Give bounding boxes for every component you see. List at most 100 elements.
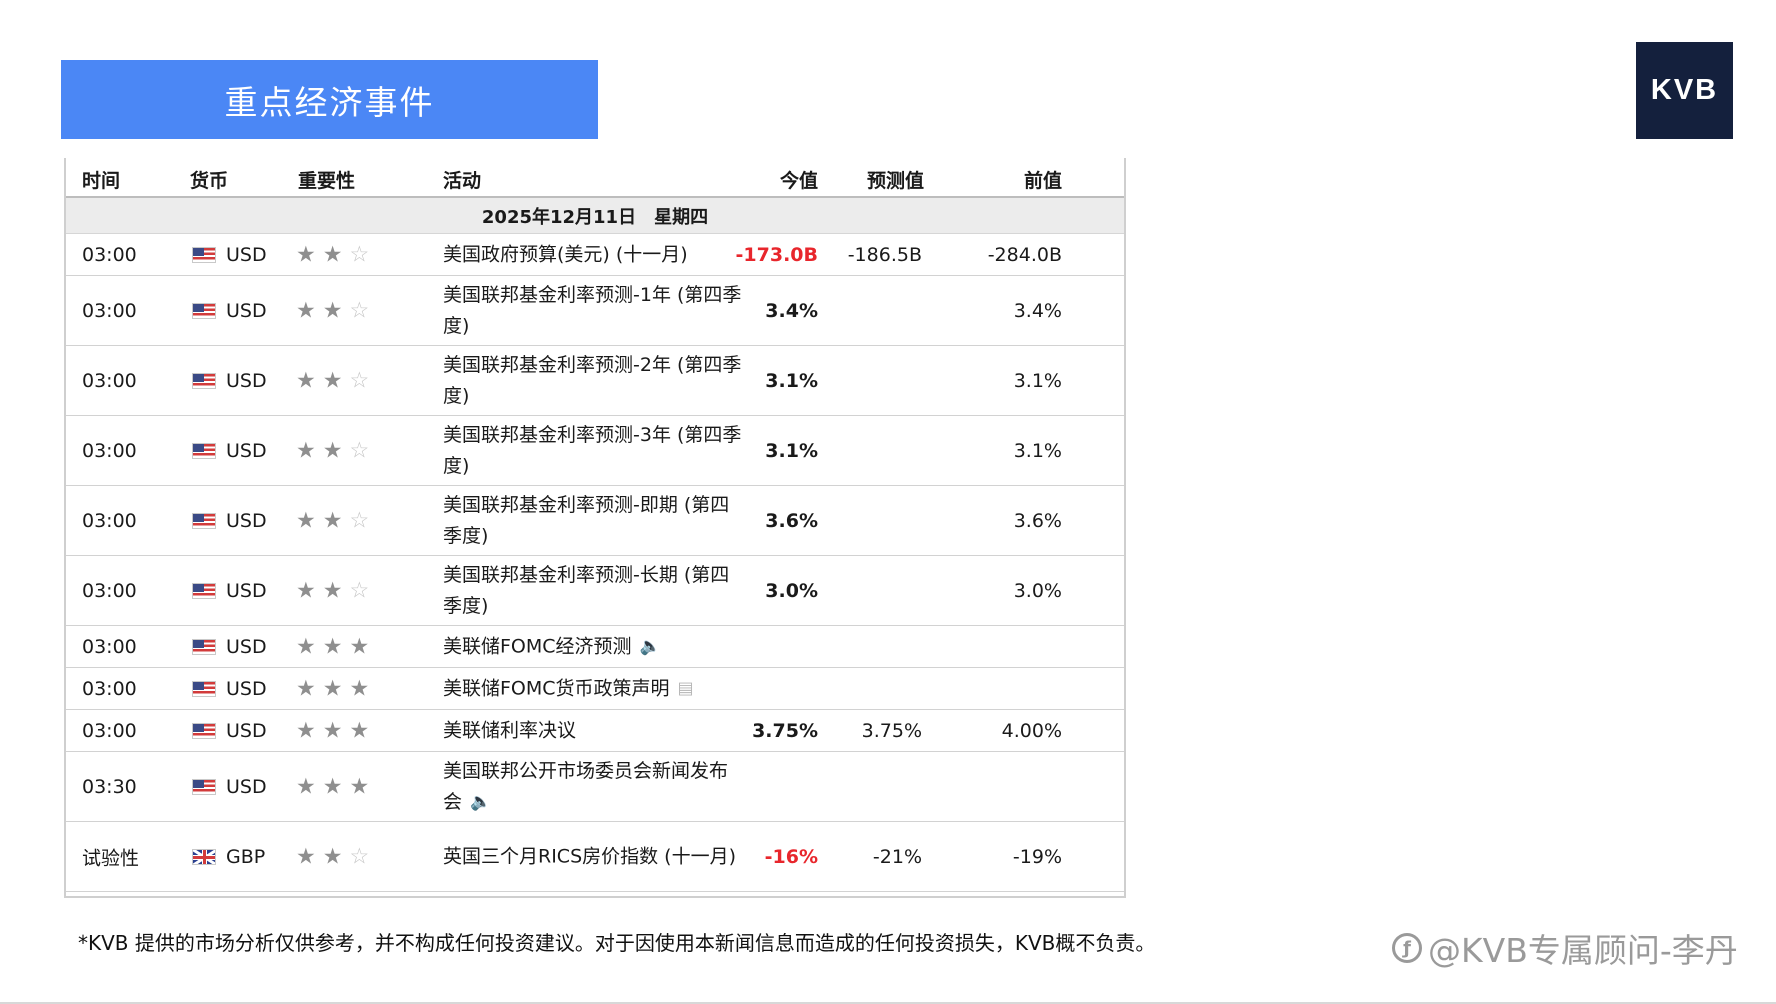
star-empty-icon: ☆	[349, 578, 370, 603]
event-time: 03:00	[82, 369, 137, 392]
document-icon[interactable]: ▤	[678, 673, 694, 704]
event-time: 03:00	[82, 635, 137, 658]
importance-stars: ★ ★ ☆	[296, 844, 369, 869]
event-time: 03:00	[82, 243, 137, 266]
speaker-icon[interactable]: 🔈	[470, 787, 491, 818]
previous-value: 3.4%	[1013, 299, 1062, 322]
event-cell[interactable]: 美国联邦基金利率预测-即期 (第四季度)	[443, 490, 743, 552]
currency-code: GBP	[226, 845, 266, 868]
event-cell[interactable]: 美联储FOMC经济预测 🔈	[443, 631, 743, 662]
event-name: 美国联邦基金利率预测-2年 (第四季度)	[443, 353, 742, 407]
table-row[interactable]: 03:00 USD ★ ★ ★ 美联储FOMC货币政策声明 ▤	[66, 668, 1124, 710]
importance-stars: ★ ★ ☆	[296, 438, 369, 463]
star-filled-icon: ★	[349, 774, 370, 799]
actual-value: 3.1%	[765, 369, 818, 392]
star-filled-icon: ★	[296, 718, 316, 743]
importance-stars: ★ ★ ★	[296, 774, 369, 799]
previous-value: -19%	[1012, 845, 1062, 868]
importance-stars: ★ ★ ☆	[296, 578, 369, 603]
star-filled-icon: ★	[322, 508, 343, 533]
previous-value: -284.0B	[987, 243, 1062, 266]
importance-stars: ★ ★ ☆	[296, 508, 369, 533]
us-flag-icon	[192, 302, 216, 319]
table-row[interactable]: 03:00 USD ★ ★ ★ 美联储FOMC经济预测 🔈	[66, 626, 1124, 668]
event-cell[interactable]: 美联储FOMC货币政策声明 ▤	[443, 673, 743, 704]
currency-code: USD	[226, 509, 267, 532]
event-cell[interactable]: 美国联邦基金利率预测-2年 (第四季度)	[443, 350, 743, 412]
star-filled-icon: ★	[296, 844, 316, 869]
us-flag-icon	[192, 778, 216, 795]
event-cell[interactable]: 美国联邦基金利率预测-3年 (第四季度)	[443, 420, 743, 482]
event-cell[interactable]: 美国政府预算(美元) (十一月)	[443, 239, 743, 270]
star-filled-icon: ★	[296, 438, 316, 463]
currency-code: USD	[226, 243, 267, 266]
previous-value: 3.6%	[1013, 509, 1062, 532]
us-flag-icon	[192, 582, 216, 599]
table-row[interactable]: 03:00 USD ★ ★ ☆ 美国政府预算(美元) (十一月) -173.0B -186.5…	[66, 234, 1124, 276]
event-time: 03:00	[82, 677, 137, 700]
us-flag-icon	[192, 246, 216, 263]
star-filled-icon: ★	[296, 578, 316, 603]
event-name: 美国联邦基金利率预测-1年 (第四季度)	[443, 283, 742, 337]
event-time: 03:00	[82, 719, 137, 742]
currency-code: USD	[226, 775, 267, 798]
importance-stars: ★ ★ ☆	[296, 368, 369, 393]
currency-code: USD	[226, 677, 267, 700]
date-row: 2025年12月11日 星期四	[66, 198, 1124, 234]
table-row[interactable]: 试验性 GBP ★ ★ ☆ 英国三个月RICS房价指数 (十一月) -16% -21% -19%	[66, 822, 1124, 892]
weibo-icon: ƒ	[1392, 933, 1422, 963]
actual-value: 3.0%	[765, 579, 818, 602]
table-row[interactable]: 03:00 USD ★ ★ ☆ 美国联邦基金利率预测-长期 (第四季度) 3.0% 3.0%	[66, 556, 1124, 626]
event-name: 美联储FOMC货币政策声明	[443, 677, 670, 699]
star-filled-icon: ★	[349, 718, 370, 743]
currency-code: USD	[226, 439, 267, 462]
star-filled-icon: ★	[296, 774, 316, 799]
currency-code: USD	[226, 635, 267, 658]
event-time: 试验性	[82, 847, 140, 869]
forecast-value: -186.5B	[847, 243, 922, 266]
star-filled-icon: ★	[322, 242, 343, 267]
table-header: 时间 货币 重要性 活动 今值 预测值 前值	[66, 158, 1124, 198]
table-row[interactable]: 03:00 USD ★ ★ ☆ 美国联邦基金利率预测-2年 (第四季度) 3.1% 3.1%	[66, 346, 1124, 416]
us-flag-icon	[192, 372, 216, 389]
event-cell[interactable]: 美国联邦公开市场委员会新闻发布会 🔈	[443, 756, 743, 818]
table-row[interactable]: 03:00 USD ★ ★ ☆ 美国联邦基金利率预测-3年 (第四季度) 3.1% 3.1%	[66, 416, 1124, 486]
header-forecast: 预测值	[866, 170, 924, 192]
event-name: 美联储FOMC经济预测	[443, 635, 632, 657]
importance-stars: ★ ★ ☆	[296, 242, 369, 267]
actual-value: -173.0B	[735, 243, 818, 266]
event-name: 美联储利率决议	[443, 719, 577, 741]
event-time: 03:00	[82, 509, 137, 532]
currency-code: USD	[226, 719, 267, 742]
event-cell[interactable]: 英国三个月RICS房价指数 (十一月)	[443, 841, 743, 872]
previous-value: 4.00%	[1001, 719, 1062, 742]
table-row[interactable]: 03:00 USD ★ ★ ☆ 美国联邦基金利率预测-1年 (第四季度) 3.4% 3.4%	[66, 276, 1124, 346]
event-cell[interactable]: 美国联邦基金利率预测-1年 (第四季度)	[443, 280, 743, 342]
event-time: 03:30	[82, 775, 137, 798]
economic-calendar-table: 时间 货币 重要性 活动 今值 预测值 前值 2025年12月11日 星期四 0…	[64, 158, 1126, 898]
previous-value: 3.0%	[1013, 579, 1062, 602]
event-name: 英国三个月RICS房价指数 (十一月)	[443, 845, 736, 867]
actual-value: 3.1%	[765, 439, 818, 462]
us-flag-icon	[192, 638, 216, 655]
table-row[interactable]: 03:00 USD ★ ★ ☆ 美国联邦基金利率预测-即期 (第四季度) 3.6% 3.6%	[66, 486, 1124, 556]
star-filled-icon: ★	[296, 508, 316, 533]
event-cell[interactable]: 美联储利率决议	[443, 715, 743, 746]
star-filled-icon: ★	[322, 368, 343, 393]
importance-stars: ★ ★ ★	[296, 718, 369, 743]
previous-value: 3.1%	[1013, 369, 1062, 392]
star-filled-icon: ★	[296, 676, 316, 701]
star-empty-icon: ☆	[349, 438, 370, 463]
event-cell[interactable]: 美国联邦基金利率预测-长期 (第四季度)	[443, 560, 743, 622]
us-flag-icon	[192, 722, 216, 739]
currency-code: USD	[226, 369, 267, 392]
star-filled-icon: ★	[296, 368, 316, 393]
star-filled-icon: ★	[296, 634, 316, 659]
forecast-value: -21%	[872, 845, 922, 868]
actual-value: -16%	[764, 845, 818, 868]
star-empty-icon: ☆	[349, 508, 370, 533]
table-row[interactable]: 03:00 USD ★ ★ ★ 美联储利率决议 3.75% 3.75% 4.00%	[66, 710, 1124, 752]
speaker-icon[interactable]: 🔈	[640, 631, 661, 662]
event-time: 03:00	[82, 579, 137, 602]
table-row[interactable]: 03:30 USD ★ ★ ★ 美国联邦公开市场委员会新闻发布会 🔈	[66, 752, 1124, 822]
